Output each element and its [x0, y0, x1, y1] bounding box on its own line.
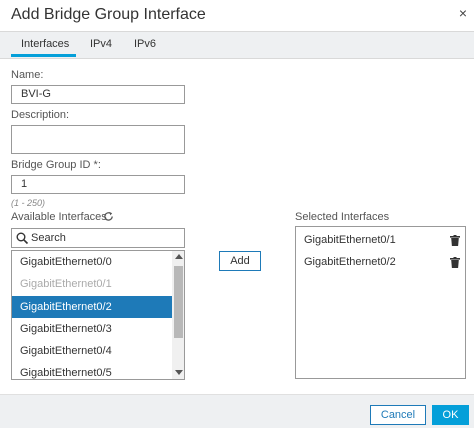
selected-interfaces-label: Selected Interfaces — [295, 211, 390, 223]
bridge-group-id-hint: (1 - 250) — [11, 198, 46, 208]
refresh-icon[interactable] — [103, 211, 114, 222]
available-interfaces-list: GigabitEthernet0/0 GigabitEthernet0/1 Gi… — [11, 250, 185, 380]
list-item[interactable]: GigabitEthernet0/4 — [12, 340, 172, 362]
trash-icon[interactable] — [450, 235, 460, 246]
bridge-group-id-input[interactable]: 1 — [11, 175, 185, 194]
active-tab-indicator — [11, 54, 76, 57]
tabs-divider — [0, 58, 474, 59]
name-label: Name: — [11, 69, 44, 81]
dialog-title: Add Bridge Group Interface — [11, 6, 206, 23]
scroll-thumb[interactable] — [174, 266, 183, 338]
name-input[interactable]: BVI-G — [11, 85, 185, 104]
scroll-down-arrow-icon[interactable] — [175, 370, 183, 375]
tab-ipv6[interactable]: IPv6 — [134, 38, 156, 50]
description-label: Description: — [11, 109, 70, 121]
bridge-group-id-label: Bridge Group ID *: — [11, 159, 101, 171]
search-icon — [16, 232, 29, 245]
tab-interfaces[interactable]: Interfaces — [21, 38, 69, 50]
tab-ipv4[interactable]: IPv4 — [90, 38, 112, 50]
add-bridge-group-dialog: Add Bridge Group Interface × Interfaces … — [0, 0, 474, 428]
selected-interfaces-list: GigabitEthernet0/1 GigabitEthernet0/2 — [295, 226, 466, 379]
search-placeholder: Search — [31, 232, 66, 244]
list-item[interactable]: GigabitEthernet0/5 — [12, 362, 172, 379]
trash-icon[interactable] — [450, 257, 460, 268]
ok-button[interactable]: OK — [432, 405, 469, 425]
close-icon[interactable]: × — [457, 6, 469, 20]
scroll-up-arrow-icon[interactable] — [175, 254, 183, 259]
list-scrollbar[interactable] — [172, 251, 184, 379]
list-item[interactable]: GigabitEthernet0/3 — [12, 318, 172, 340]
available-interfaces-label: Available Interfaces — [11, 211, 107, 223]
selected-item-label: GigabitEthernet0/1 — [304, 234, 396, 246]
list-item[interactable]: GigabitEthernet0/2 — [12, 296, 172, 318]
list-item: GigabitEthernet0/1 — [20, 278, 112, 290]
list-item[interactable]: GigabitEthernet0/0 — [12, 251, 172, 273]
cancel-button[interactable]: Cancel — [370, 405, 426, 425]
description-textarea[interactable] — [11, 125, 185, 154]
add-button[interactable]: Add — [219, 251, 261, 271]
selected-item-label: GigabitEthernet0/2 — [304, 256, 396, 268]
search-input[interactable]: Search — [11, 228, 185, 248]
